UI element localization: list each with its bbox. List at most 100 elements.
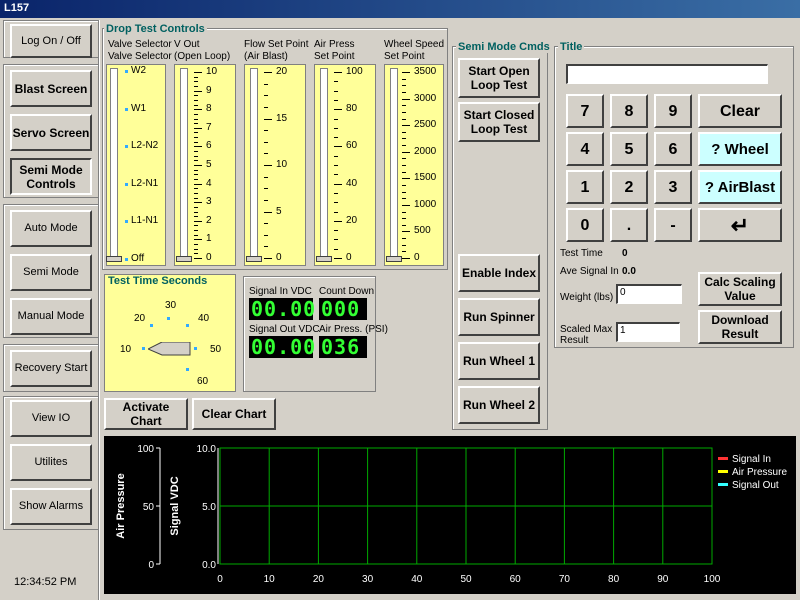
title-input[interactable] [566, 64, 768, 84]
valve-label: W2 [131, 65, 146, 76]
scale-tick [194, 123, 198, 125]
scale-tick [402, 184, 406, 186]
activate-chart-button[interactable]: Activate Chart [104, 398, 188, 430]
run-spinner-button[interactable]: Run Spinner [458, 298, 540, 336]
scale-tick [264, 130, 268, 132]
clear-button[interactable]: Clear [698, 94, 782, 128]
weight-label: Weight (lbs) [560, 292, 614, 303]
calc-scaling-button[interactable]: Calc Scaling Value [698, 272, 782, 306]
airblast-query-button[interactable]: ? AirBlast [698, 170, 782, 204]
weight-input[interactable]: 0 [616, 284, 682, 304]
scale-label: 3500 [414, 66, 437, 77]
enable-index-button[interactable]: Enable Index [458, 254, 540, 292]
scale-tick [334, 174, 338, 176]
scale-tick [264, 199, 268, 201]
scale-label: 1500 [414, 172, 437, 184]
log-on-off-button[interactable]: Log On / Off [10, 24, 92, 58]
key-9[interactable]: 9 [654, 94, 692, 128]
scale-label: 2 [206, 214, 212, 226]
servo-screen-button[interactable]: Servo Screen [10, 114, 92, 151]
y2-tick-label: 0.0 [202, 560, 216, 571]
enter-button[interactable]: ↵ [698, 208, 782, 242]
scale-tick [194, 220, 202, 222]
start-open-loop-button[interactable]: Start Open Loop Test [458, 58, 540, 98]
flow-thumb[interactable] [246, 256, 262, 262]
key-dot[interactable]: . [610, 208, 648, 242]
key-0[interactable]: 0 [566, 208, 604, 242]
scale-tick [334, 146, 342, 148]
valve-selector-head: Valve Selector Valve Selector [108, 39, 172, 62]
run-wheel-2-button[interactable]: Run Wheel 2 [458, 386, 540, 424]
scale-tick [264, 118, 272, 120]
scale-tick [402, 191, 406, 193]
scale-tick [402, 171, 406, 173]
key-8[interactable]: 8 [610, 94, 648, 128]
scale-tick [402, 72, 410, 73]
key-minus[interactable]: - [654, 208, 692, 242]
scale-label: 20 [276, 66, 288, 77]
key-7[interactable]: 7 [566, 94, 604, 128]
blast-screen-button[interactable]: Blast Screen [10, 70, 92, 107]
scale-label: 10 [206, 66, 218, 77]
valve-selector-thumb[interactable] [106, 256, 122, 262]
scale-tick [334, 109, 342, 111]
view-io-button[interactable]: View IO [10, 400, 92, 437]
air-press-display: 036 [319, 336, 367, 358]
start-closed-loop-button[interactable]: Start Closed Loop Test [458, 102, 540, 142]
wheel-query-button[interactable]: ? Wheel [698, 132, 782, 166]
dial-dot [142, 347, 145, 350]
scale-tick [194, 253, 198, 255]
scale-tick [194, 178, 198, 180]
scale-tick [334, 248, 338, 250]
semi-mode-controls-button[interactable]: Semi Mode Controls [10, 158, 92, 195]
key-2[interactable]: 2 [610, 170, 648, 204]
vout-thumb[interactable] [176, 256, 192, 262]
sidebar-divider [98, 20, 100, 600]
key-6[interactable]: 6 [654, 132, 692, 166]
download-result-button[interactable]: Download Result [698, 310, 782, 344]
key-5[interactable]: 5 [610, 132, 648, 166]
scale-label: 10 [276, 159, 288, 170]
clear-chart-button[interactable]: Clear Chart [192, 398, 276, 430]
show-alarms-button[interactable]: Show Alarms [10, 488, 92, 525]
scale-tick [264, 234, 268, 236]
scale-tick [194, 141, 198, 143]
scale-tick [194, 197, 198, 199]
auto-mode-button[interactable]: Auto Mode [10, 210, 92, 247]
key-4[interactable]: 4 [566, 132, 604, 166]
scale-label: 4 [206, 177, 212, 189]
manual-mode-button[interactable]: Manual Mode [10, 298, 92, 335]
scale-tick [402, 224, 406, 226]
air-thumb[interactable] [316, 256, 332, 262]
scale-label: 2500 [414, 119, 437, 131]
flow-track [250, 68, 258, 262]
key-3[interactable]: 3 [654, 170, 692, 204]
clock: 12:34:52 PM [14, 576, 77, 588]
signal-out-display: 00.00 [249, 335, 317, 359]
recovery-start-button[interactable]: Recovery Start [10, 350, 92, 387]
scale-tick [194, 151, 198, 153]
scale-tick [402, 238, 406, 240]
flow-head: Flow Set Point (Air Blast) [244, 39, 309, 62]
scale-tick [194, 109, 202, 111]
test-time-dial[interactable]: 10 20 30 40 50 60 [120, 286, 221, 387]
semi-mode-button[interactable]: Semi Mode [10, 254, 92, 291]
x-tick-label: 20 [313, 574, 325, 585]
valve-dot [125, 107, 128, 111]
utilities-button[interactable]: Utilites [10, 444, 92, 481]
x-tick-label: 100 [704, 574, 721, 585]
legend-label: Signal Out [732, 480, 779, 491]
scale-tick [402, 111, 406, 113]
drop-test-controls-title: Drop Test Controls [104, 23, 207, 35]
wheel-thumb[interactable] [386, 256, 402, 262]
valve-label: W1 [131, 102, 146, 114]
run-wheel-1-button[interactable]: Run Wheel 1 [458, 342, 540, 380]
scale-tick [194, 225, 198, 227]
x-tick-label: 40 [411, 574, 423, 585]
scale-label: 15 [276, 112, 288, 124]
scaled-max-input[interactable]: 1 [616, 322, 680, 342]
scale-label: 1000 [414, 198, 437, 210]
dial-label-10: 10 [120, 344, 132, 355]
x-tick-label: 60 [510, 574, 522, 585]
key-1[interactable]: 1 [566, 170, 604, 204]
